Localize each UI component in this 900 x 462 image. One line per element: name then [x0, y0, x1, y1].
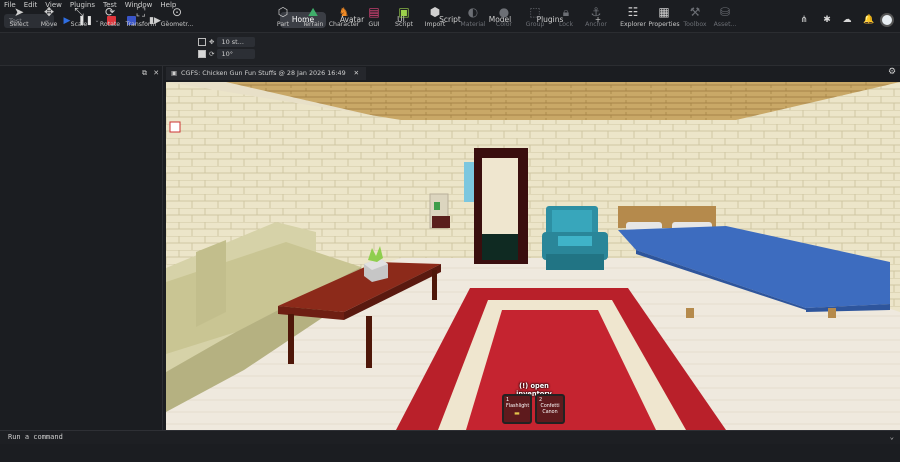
- properties-label: Properties: [648, 21, 680, 28]
- scene-render: [166, 82, 900, 430]
- character-label: Character: [328, 21, 360, 28]
- document-title: CGFS: Chicken Gun Fun Stuffs @ 28 Jan 20…: [181, 69, 346, 77]
- script-icon: ▣: [398, 5, 410, 19]
- rotate-label: Rotate: [99, 21, 121, 28]
- color-icon: ●: [498, 5, 510, 19]
- group-tool[interactable]: ⬚ Group: [518, 3, 552, 33]
- rotate-tool[interactable]: ⟳ Rotate: [93, 3, 127, 33]
- share-icon[interactable]: ⋔: [797, 13, 811, 27]
- inventory-slot-1[interactable]: 1 Flashlight ▬: [502, 394, 532, 424]
- command-input[interactable]: Run a command: [8, 433, 63, 441]
- scale-icon: ⤡: [74, 5, 84, 19]
- lock-label: Lock: [558, 21, 574, 28]
- script-tool[interactable]: ▣ Script: [387, 3, 421, 33]
- toolbox-tool[interactable]: ⚒ Toolbox: [678, 3, 712, 33]
- color-tool[interactable]: ● Color: [487, 3, 521, 33]
- character-icon: ♞: [338, 5, 350, 19]
- toolbox-label: Toolbox: [683, 21, 707, 28]
- gear-icon[interactable]: ⚙: [888, 67, 896, 77]
- cursor-icon: ➤: [13, 5, 25, 19]
- rotate-snap-icon: ⟳: [209, 50, 215, 58]
- color-label: Color: [495, 21, 513, 28]
- explorer-tool[interactable]: ☷ Explorer: [616, 3, 650, 33]
- move-snap-icon: ✥: [209, 38, 215, 46]
- scale-label: Scale: [70, 21, 88, 28]
- left-panel: [0, 66, 163, 430]
- slot-number: 2: [539, 397, 543, 403]
- place-icon: ▣: [171, 69, 178, 77]
- inventory-slot-2[interactable]: 2 Confetti Canon: [535, 394, 565, 424]
- rotate-snap-input[interactable]: 10°: [217, 49, 256, 59]
- close-icon[interactable]: ✕: [153, 69, 159, 77]
- cube-icon: ⬡: [277, 5, 289, 19]
- import-icon: ⬢: [429, 5, 441, 19]
- terrain-label: Terrain: [302, 21, 324, 28]
- terrain-icon: ⛰: [307, 5, 319, 19]
- material-icon: ◐: [467, 5, 479, 19]
- properties-icon: ▦: [658, 5, 670, 19]
- select-label: Select: [9, 21, 29, 28]
- collaborate-icon[interactable]: ✱: [820, 13, 834, 27]
- status-strip: [0, 444, 900, 462]
- transform-tool[interactable]: ⛶ Transform: [124, 3, 158, 33]
- lock-tool[interactable]: 🔒︎ Lock: [549, 3, 583, 33]
- character-tool[interactable]: ♞ Character: [327, 3, 361, 33]
- game-viewport[interactable]: [166, 82, 900, 430]
- slot-item-name: Confetti Canon: [540, 404, 560, 415]
- cloud-icon[interactable]: ☁: [840, 13, 854, 27]
- slot-number: 1: [506, 397, 510, 403]
- move-snap-input[interactable]: 10 st...: [217, 37, 256, 47]
- scale-tool[interactable]: ⤡ Scale: [62, 3, 96, 33]
- anchor-icon: ⚓: [590, 5, 602, 19]
- assets-tool[interactable]: ⛁ Asset...: [708, 3, 742, 33]
- rotate-snap-checkbox[interactable]: [198, 50, 206, 58]
- document-tab[interactable]: ▣ CGFS: Chicken Gun Fun Stuffs @ 28 Jan …: [166, 67, 366, 80]
- select-tool[interactable]: ➤ Select: [2, 3, 36, 33]
- part-label: Part: [276, 21, 290, 28]
- import-label: Import: [424, 21, 446, 28]
- toolbox-icon: ⚒: [689, 5, 701, 19]
- terrain-tool[interactable]: ⛰ Terrain: [296, 3, 330, 33]
- move-tool[interactable]: ✥ Move: [32, 3, 66, 33]
- anchor-label: Anchor: [585, 21, 607, 28]
- part-tool[interactable]: ⬡ Part: [266, 3, 300, 33]
- geometry-tool[interactable]: ⊙ Geometr...: [160, 3, 194, 33]
- import-tool[interactable]: ⬢ Import: [418, 3, 452, 33]
- assets-icon: ⛁: [719, 5, 731, 19]
- ribbon-toolbar: [0, 32, 900, 66]
- panel-header-icons: ⧉ ✕: [142, 69, 159, 78]
- flashlight-icon: ▬: [514, 410, 520, 417]
- avatar[interactable]: [880, 13, 894, 27]
- script-label: Script: [395, 21, 413, 28]
- pop-out-icon[interactable]: ⧉: [142, 69, 147, 77]
- group-label: Group: [525, 21, 545, 28]
- move-label: Move: [40, 21, 58, 28]
- gui-tool[interactable]: ▤ GUI: [357, 3, 391, 33]
- lock-icon: 🔒︎: [562, 5, 570, 19]
- close-icon[interactable]: ✕: [354, 67, 359, 80]
- geometry-label: Geometr...: [160, 21, 194, 28]
- move-icon: ✥: [43, 5, 55, 19]
- assets-label: Asset...: [713, 21, 737, 28]
- material-tool[interactable]: ◐ Material: [456, 3, 490, 33]
- rotate-icon: ⟳: [104, 5, 116, 19]
- anchor-tool[interactable]: ⚓ Anchor: [579, 3, 613, 33]
- gui-label: GUI: [368, 21, 380, 28]
- transform-icon: ⛶: [136, 5, 146, 19]
- properties-tool[interactable]: ▦ Properties: [647, 3, 681, 33]
- gui-icon: ▤: [368, 5, 380, 19]
- geometry-icon: ⊙: [171, 5, 183, 19]
- snap-settings: ✥ 10 st... ⟳ 10°: [198, 36, 256, 60]
- group-icon: ⬚: [529, 5, 541, 19]
- explorer-label: Explorer: [620, 21, 646, 28]
- material-label: Material: [460, 21, 486, 28]
- command-bar[interactable]: Run a command ⌄: [0, 430, 900, 444]
- explorer-icon: ☷: [627, 5, 639, 19]
- move-snap-checkbox[interactable]: [198, 38, 206, 46]
- transform-label: Transform: [125, 21, 157, 28]
- chevron-down-icon[interactable]: ⌄: [890, 431, 894, 444]
- notifications-icon[interactable]: 🔔: [862, 13, 876, 27]
